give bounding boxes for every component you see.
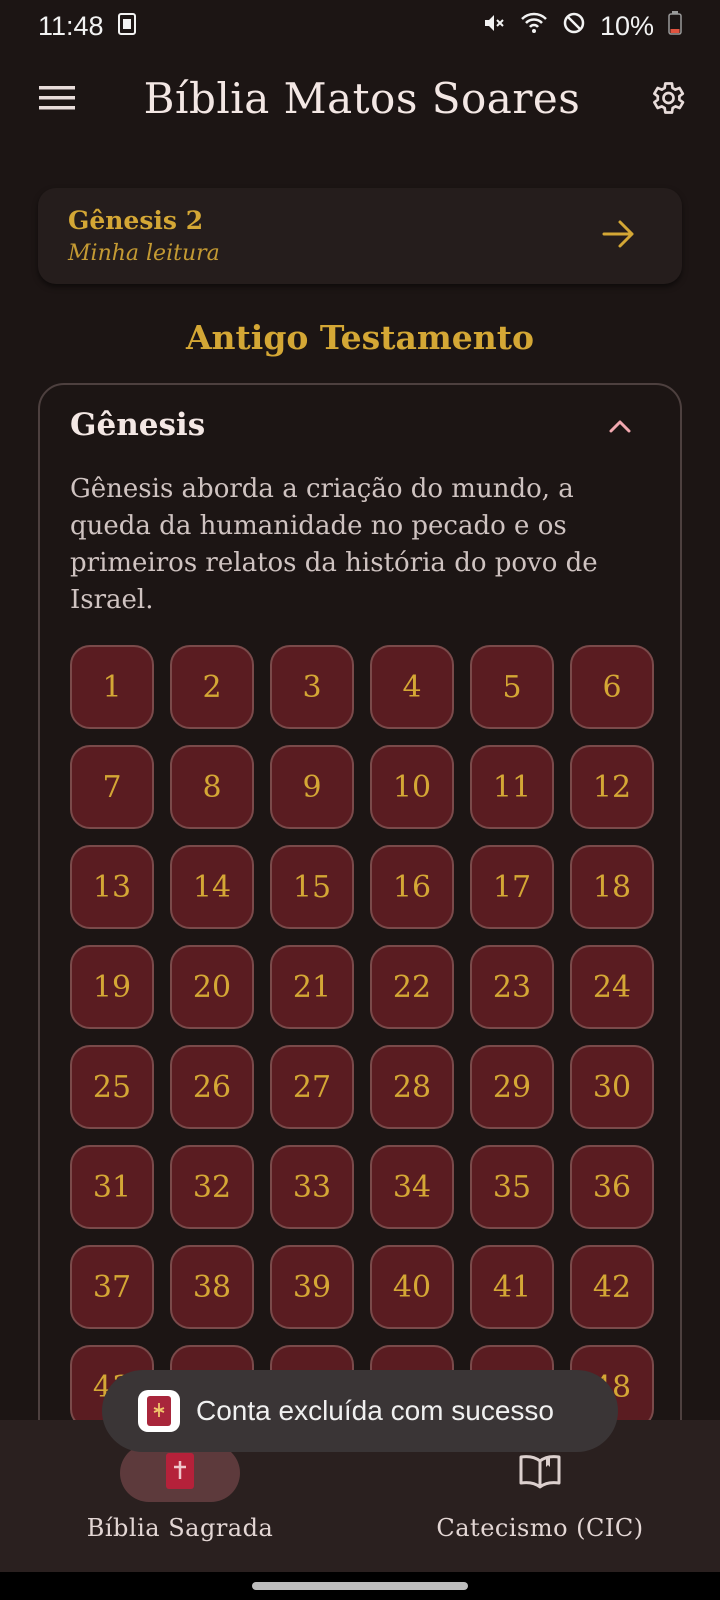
chapter-button[interactable]: 3 — [270, 645, 354, 729]
chapter-button[interactable]: 21 — [270, 945, 354, 1029]
chapter-button[interactable]: 41 — [470, 1245, 554, 1329]
book-panel: Gênesis Gênesis aborda a criação do mund… — [38, 383, 682, 1523]
chapter-button[interactable]: 25 — [70, 1045, 154, 1129]
chapter-button[interactable]: 11 — [470, 745, 554, 829]
settings-gear-icon[interactable] — [644, 75, 690, 121]
chapter-button[interactable]: 22 — [370, 945, 454, 1029]
chapter-button[interactable]: 5 — [470, 645, 554, 729]
chapter-button[interactable]: 15 — [270, 845, 354, 929]
chapter-button[interactable]: 20 — [170, 945, 254, 1029]
continue-reading-card[interactable]: Gênesis 2 Minha leitura — [38, 188, 682, 284]
top-app-bar: Bíblia Matos Soares — [0, 58, 720, 138]
chapter-button[interactable]: 28 — [370, 1045, 454, 1129]
chapter-button[interactable]: 18 — [570, 845, 654, 929]
chapter-button[interactable]: 6 — [570, 645, 654, 729]
chapter-button[interactable]: 10 — [370, 745, 454, 829]
screenshot-notification-icon — [117, 11, 136, 42]
chapter-button[interactable]: 8 — [170, 745, 254, 829]
chapter-button[interactable]: 31 — [70, 1145, 154, 1229]
status-time: 11:48 — [38, 10, 104, 41]
chapter-button[interactable]: 33 — [270, 1145, 354, 1229]
chapter-button[interactable]: 26 — [170, 1045, 254, 1129]
battery-text: 10% — [599, 10, 654, 41]
toast-message: Conta excluída com sucesso — [102, 1370, 618, 1452]
mute-icon — [482, 11, 506, 42]
chapter-button[interactable]: 29 — [470, 1045, 554, 1129]
app-icon — [138, 1390, 180, 1432]
chapter-button[interactable]: 27 — [270, 1045, 354, 1129]
chapter-button[interactable]: 39 — [270, 1245, 354, 1329]
chapter-button[interactable]: 2 — [170, 645, 254, 729]
chapter-button[interactable]: 16 — [370, 845, 454, 929]
nav-pill — [480, 1444, 600, 1502]
chapter-button[interactable]: 38 — [170, 1245, 254, 1329]
gesture-handle[interactable] — [252, 1582, 468, 1590]
continue-reading-subtitle: Minha leitura — [68, 241, 220, 266]
battery-icon — [668, 10, 682, 42]
nav-label-biblia: Bíblia Sagrada — [86, 1514, 274, 1542]
chapter-button[interactable]: 34 — [370, 1145, 454, 1229]
continue-reading-title: Gênesis 2 — [68, 206, 204, 235]
chapter-button[interactable]: 40 — [370, 1245, 454, 1329]
chapter-button[interactable]: 37 — [70, 1245, 154, 1329]
chapter-grid: 1 2 3 4 5 6 7 8 9 10 11 12 13 14 15 16 17 18 19 20 21 22 23 24 2… — [70, 645, 656, 1429]
chapter-button[interactable]: 9 — [270, 745, 354, 829]
chapter-button[interactable]: 19 — [70, 945, 154, 1029]
nav-pill-active — [120, 1444, 240, 1502]
book-name[interactable]: Gênesis — [70, 407, 205, 443]
chapter-button[interactable]: 32 — [170, 1145, 254, 1229]
chapter-button[interactable]: 30 — [570, 1045, 654, 1129]
nav-label-catecismo: Catecismo (CIC) — [436, 1514, 644, 1542]
chapter-button[interactable]: 1 — [70, 645, 154, 729]
chapter-button[interactable]: 23 — [470, 945, 554, 1029]
chapter-button[interactable]: 35 — [470, 1145, 554, 1229]
chapter-button[interactable]: 7 — [70, 745, 154, 829]
bible-icon — [165, 1452, 195, 1494]
toast-text: Conta excluída com sucesso — [196, 1395, 554, 1426]
chapter-button[interactable]: 4 — [370, 645, 454, 729]
chapter-button[interactable]: 12 — [570, 745, 654, 829]
section-title: Antigo Testamento — [185, 318, 535, 357]
chapter-button[interactable]: 42 — [570, 1245, 654, 1329]
arrow-right-icon — [602, 219, 636, 253]
chevron-up-icon[interactable] — [602, 409, 638, 445]
menu-icon[interactable] — [34, 75, 80, 121]
chapter-button[interactable]: 24 — [570, 945, 654, 1029]
chapter-button[interactable]: 36 — [570, 1145, 654, 1229]
chapter-button[interactable]: 14 — [170, 845, 254, 929]
chapter-button[interactable]: 17 — [470, 845, 554, 929]
wifi-icon — [520, 11, 548, 42]
app-title: Bíblia Matos Soares — [143, 73, 581, 123]
open-book-icon — [518, 1453, 562, 1493]
book-description: Gênesis aborda a criação do mundo, a que… — [70, 474, 598, 615]
do-not-disturb-icon — [562, 11, 586, 42]
status-bar: 11:48 10% — [0, 0, 720, 52]
chapter-button[interactable]: 13 — [70, 845, 154, 929]
